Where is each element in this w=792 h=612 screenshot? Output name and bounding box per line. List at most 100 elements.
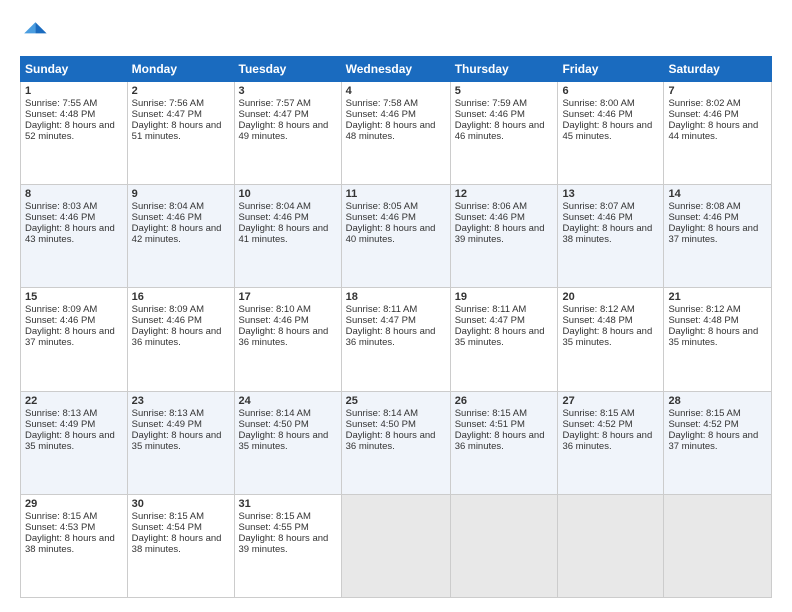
page: SundayMondayTuesdayWednesdayThursdayFrid… (0, 0, 792, 612)
calendar-cell: 31Sunrise: 8:15 AMSunset: 4:55 PMDayligh… (234, 494, 341, 597)
calendar-cell (664, 494, 772, 597)
sunset-label: Sunset: 4:52 PM (668, 419, 738, 430)
daylight-label: Daylight: 8 hours and 36 minutes. (132, 326, 222, 348)
calendar-cell: 16Sunrise: 8:09 AMSunset: 4:46 PMDayligh… (127, 288, 234, 391)
sunrise-label: Sunrise: 8:15 AM (455, 408, 527, 419)
daylight-label: Daylight: 8 hours and 38 minutes. (25, 533, 115, 555)
sunset-label: Sunset: 4:54 PM (132, 522, 202, 533)
calendar-cell: 19Sunrise: 8:11 AMSunset: 4:47 PMDayligh… (450, 288, 558, 391)
daylight-label: Daylight: 8 hours and 36 minutes. (455, 430, 545, 452)
sunrise-label: Sunrise: 8:13 AM (25, 408, 97, 419)
daylight-label: Daylight: 8 hours and 36 minutes. (562, 430, 652, 452)
sunset-label: Sunset: 4:46 PM (668, 109, 738, 120)
calendar-cell: 6Sunrise: 8:00 AMSunset: 4:46 PMDaylight… (558, 82, 664, 185)
sunset-label: Sunset: 4:51 PM (455, 419, 525, 430)
sunset-label: Sunset: 4:46 PM (132, 315, 202, 326)
calendar-cell: 11Sunrise: 8:05 AMSunset: 4:46 PMDayligh… (341, 185, 450, 288)
day-number: 9 (132, 188, 230, 200)
calendar-cell: 2Sunrise: 7:56 AMSunset: 4:47 PMDaylight… (127, 82, 234, 185)
daylight-label: Daylight: 8 hours and 42 minutes. (132, 223, 222, 245)
sunrise-label: Sunrise: 7:57 AM (239, 98, 311, 109)
daylight-label: Daylight: 8 hours and 52 minutes. (25, 120, 115, 142)
calendar-cell: 9Sunrise: 8:04 AMSunset: 4:46 PMDaylight… (127, 185, 234, 288)
sunrise-label: Sunrise: 8:15 AM (562, 408, 634, 419)
sunset-label: Sunset: 4:46 PM (455, 212, 525, 223)
sunrise-label: Sunrise: 8:15 AM (132, 511, 204, 522)
sunrise-label: Sunrise: 8:11 AM (346, 304, 418, 315)
sunrise-label: Sunrise: 8:07 AM (562, 201, 634, 212)
day-number: 14 (668, 188, 767, 200)
day-number: 27 (562, 395, 659, 407)
calendar-cell: 14Sunrise: 8:08 AMSunset: 4:46 PMDayligh… (664, 185, 772, 288)
calendar-cell: 27Sunrise: 8:15 AMSunset: 4:52 PMDayligh… (558, 391, 664, 494)
daylight-label: Daylight: 8 hours and 45 minutes. (562, 120, 652, 142)
daylight-label: Daylight: 8 hours and 40 minutes. (346, 223, 436, 245)
sunrise-label: Sunrise: 8:15 AM (239, 511, 311, 522)
sunrise-label: Sunrise: 7:56 AM (132, 98, 204, 109)
daylight-label: Daylight: 8 hours and 51 minutes. (132, 120, 222, 142)
weekday-header: Tuesday (234, 57, 341, 82)
day-number: 8 (25, 188, 123, 200)
sunset-label: Sunset: 4:50 PM (346, 419, 416, 430)
sunset-label: Sunset: 4:46 PM (25, 212, 95, 223)
sunset-label: Sunset: 4:48 PM (668, 315, 738, 326)
sunrise-label: Sunrise: 7:55 AM (25, 98, 97, 109)
calendar-cell: 30Sunrise: 8:15 AMSunset: 4:54 PMDayligh… (127, 494, 234, 597)
sunrise-label: Sunrise: 8:14 AM (346, 408, 418, 419)
daylight-label: Daylight: 8 hours and 35 minutes. (25, 430, 115, 452)
day-number: 5 (455, 85, 554, 97)
calendar-cell: 26Sunrise: 8:15 AMSunset: 4:51 PMDayligh… (450, 391, 558, 494)
sunset-label: Sunset: 4:50 PM (239, 419, 309, 430)
day-number: 18 (346, 291, 446, 303)
daylight-label: Daylight: 8 hours and 37 minutes. (668, 223, 758, 245)
calendar-cell: 12Sunrise: 8:06 AMSunset: 4:46 PMDayligh… (450, 185, 558, 288)
sunset-label: Sunset: 4:46 PM (668, 212, 738, 223)
weekday-header: Saturday (664, 57, 772, 82)
header (20, 18, 772, 46)
sunset-label: Sunset: 4:49 PM (25, 419, 95, 430)
daylight-label: Daylight: 8 hours and 35 minutes. (562, 326, 652, 348)
sunset-label: Sunset: 4:46 PM (346, 109, 416, 120)
daylight-label: Daylight: 8 hours and 36 minutes. (346, 326, 436, 348)
weekday-header: Friday (558, 57, 664, 82)
logo (20, 18, 52, 46)
calendar-cell: 13Sunrise: 8:07 AMSunset: 4:46 PMDayligh… (558, 185, 664, 288)
daylight-label: Daylight: 8 hours and 44 minutes. (668, 120, 758, 142)
calendar-cell: 3Sunrise: 7:57 AMSunset: 4:47 PMDaylight… (234, 82, 341, 185)
calendar-cell: 17Sunrise: 8:10 AMSunset: 4:46 PMDayligh… (234, 288, 341, 391)
logo-icon (20, 18, 48, 46)
day-number: 25 (346, 395, 446, 407)
sunset-label: Sunset: 4:47 PM (346, 315, 416, 326)
sunrise-label: Sunrise: 8:00 AM (562, 98, 634, 109)
sunrise-label: Sunrise: 8:09 AM (132, 304, 204, 315)
day-number: 20 (562, 291, 659, 303)
sunset-label: Sunset: 4:46 PM (562, 212, 632, 223)
calendar-week-row: 15Sunrise: 8:09 AMSunset: 4:46 PMDayligh… (21, 288, 772, 391)
day-number: 22 (25, 395, 123, 407)
daylight-label: Daylight: 8 hours and 39 minutes. (455, 223, 545, 245)
sunrise-label: Sunrise: 8:15 AM (25, 511, 97, 522)
day-number: 3 (239, 85, 337, 97)
sunset-label: Sunset: 4:46 PM (132, 212, 202, 223)
weekday-header: Wednesday (341, 57, 450, 82)
daylight-label: Daylight: 8 hours and 48 minutes. (346, 120, 436, 142)
sunrise-label: Sunrise: 8:04 AM (239, 201, 311, 212)
day-number: 2 (132, 85, 230, 97)
sunset-label: Sunset: 4:46 PM (239, 212, 309, 223)
day-number: 7 (668, 85, 767, 97)
calendar-cell (450, 494, 558, 597)
day-number: 30 (132, 498, 230, 510)
sunset-label: Sunset: 4:46 PM (346, 212, 416, 223)
daylight-label: Daylight: 8 hours and 36 minutes. (346, 430, 436, 452)
daylight-label: Daylight: 8 hours and 37 minutes. (668, 430, 758, 452)
day-number: 16 (132, 291, 230, 303)
calendar-week-row: 8Sunrise: 8:03 AMSunset: 4:46 PMDaylight… (21, 185, 772, 288)
sunrise-label: Sunrise: 8:11 AM (455, 304, 527, 315)
sunrise-label: Sunrise: 8:14 AM (239, 408, 311, 419)
day-number: 15 (25, 291, 123, 303)
sunset-label: Sunset: 4:53 PM (25, 522, 95, 533)
calendar-week-row: 1Sunrise: 7:55 AMSunset: 4:48 PMDaylight… (21, 82, 772, 185)
calendar-cell: 10Sunrise: 8:04 AMSunset: 4:46 PMDayligh… (234, 185, 341, 288)
sunrise-label: Sunrise: 8:05 AM (346, 201, 418, 212)
sunrise-label: Sunrise: 8:08 AM (668, 201, 740, 212)
